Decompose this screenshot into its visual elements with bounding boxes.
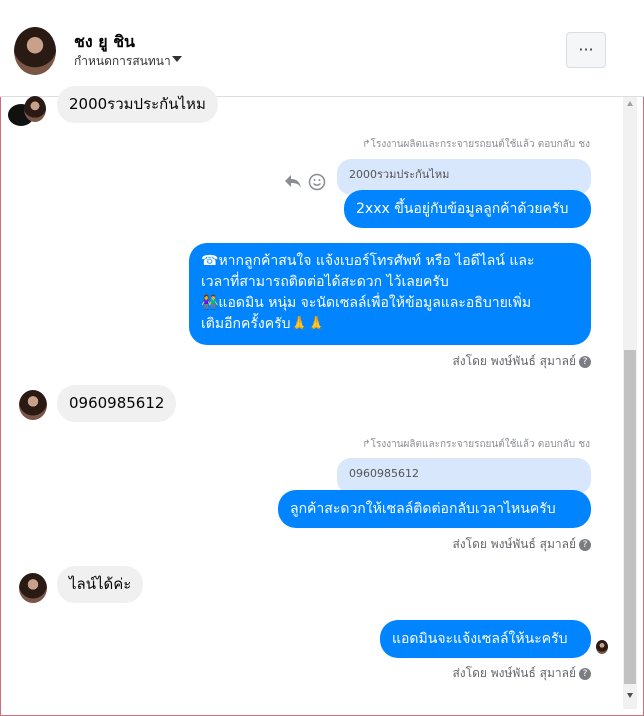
contact-avatar[interactable] — [14, 27, 56, 75]
reply-context-label: ↱โรงงานผลิตและกระจายรถยนต์ใช้แล้ว ตอบกลั… — [362, 139, 590, 150]
contact-avatar-small — [19, 573, 47, 603]
message-line: 👫แอดมิน หนุ่ม จะนัดเซลล์เพื่อให้ข้อมูลแล… — [201, 295, 532, 311]
more-options-button[interactable]: ··· — [566, 32, 606, 68]
scroll-up-icon[interactable] — [627, 101, 633, 106]
reply-icon[interactable] — [284, 173, 302, 189]
contact-avatar-small — [24, 96, 46, 122]
message-line: เวลาที่สามารถติดต่อได้สะดวก ไว้เลยครับ — [201, 274, 449, 290]
scroll-down-icon[interactable] — [627, 693, 633, 698]
incoming-message[interactable]: ไลน์ได้ค่ะ — [57, 566, 144, 603]
dropdown-caret-icon[interactable] — [172, 56, 182, 62]
sent-by-label: ส่งโดย พงษ์พันธ์ สุมาลย์? — [380, 535, 591, 554]
incoming-message[interactable]: 0960985612 — [57, 385, 177, 422]
quoted-message[interactable]: 0960985612 — [337, 458, 591, 494]
contact-avatar-small — [19, 390, 47, 420]
message-line: ☎หากลูกค้าสนใจ แจ้งเบอร์โทรศัพท์ หรือ ไอ… — [201, 253, 535, 269]
sent-by-label: ส่งโดย พงษ์พันธ์ สุมาลย์? — [380, 664, 591, 683]
outgoing-message[interactable]: 2xxx ขึ้นอยู่กับข้อมูลลูกค้าด้วยครับ — [344, 190, 591, 228]
help-icon[interactable]: ? — [579, 667, 591, 680]
outgoing-message[interactable]: ☎หากลูกค้าสนใจ แจ้งเบอร์โทรศัพท์ หรือ ไอ… — [189, 243, 591, 345]
outgoing-message[interactable]: ลูกค้าสะดวกให้เซลล์ติดต่อกลับเวลาไหนครับ — [278, 490, 591, 528]
reply-arrow-icon: ↱ — [362, 439, 371, 450]
scrollbar-thumb[interactable] — [624, 350, 636, 684]
conversation-header: ชง ยู ชิน กำหนดการสนทนา ··· — [0, 0, 644, 97]
seen-avatar — [596, 640, 608, 654]
outgoing-message[interactable]: แอดมินจะแจ้งเซลล์ให้นะครับ — [380, 620, 591, 658]
help-icon[interactable]: ? — [579, 538, 591, 551]
help-icon[interactable]: ? — [579, 355, 591, 368]
message-line: เติมอีกครั้งครับ🙏🙏 — [201, 316, 326, 332]
sent-by-label: ส่งโดย พงษ์พันธ์ สุมาลย์? — [380, 352, 591, 371]
emoji-icon[interactable] — [308, 173, 326, 191]
reply-context-label: ↱โรงงานผลิตและกระจายรถยนต์ใช้แล้ว ตอบกลั… — [362, 439, 590, 450]
conversation-settings-label[interactable]: กำหนดการสนทนา — [74, 52, 171, 71]
incoming-message[interactable]: 2000รวมประกันไหม — [57, 86, 218, 123]
reply-arrow-icon: ↱ — [362, 139, 371, 150]
